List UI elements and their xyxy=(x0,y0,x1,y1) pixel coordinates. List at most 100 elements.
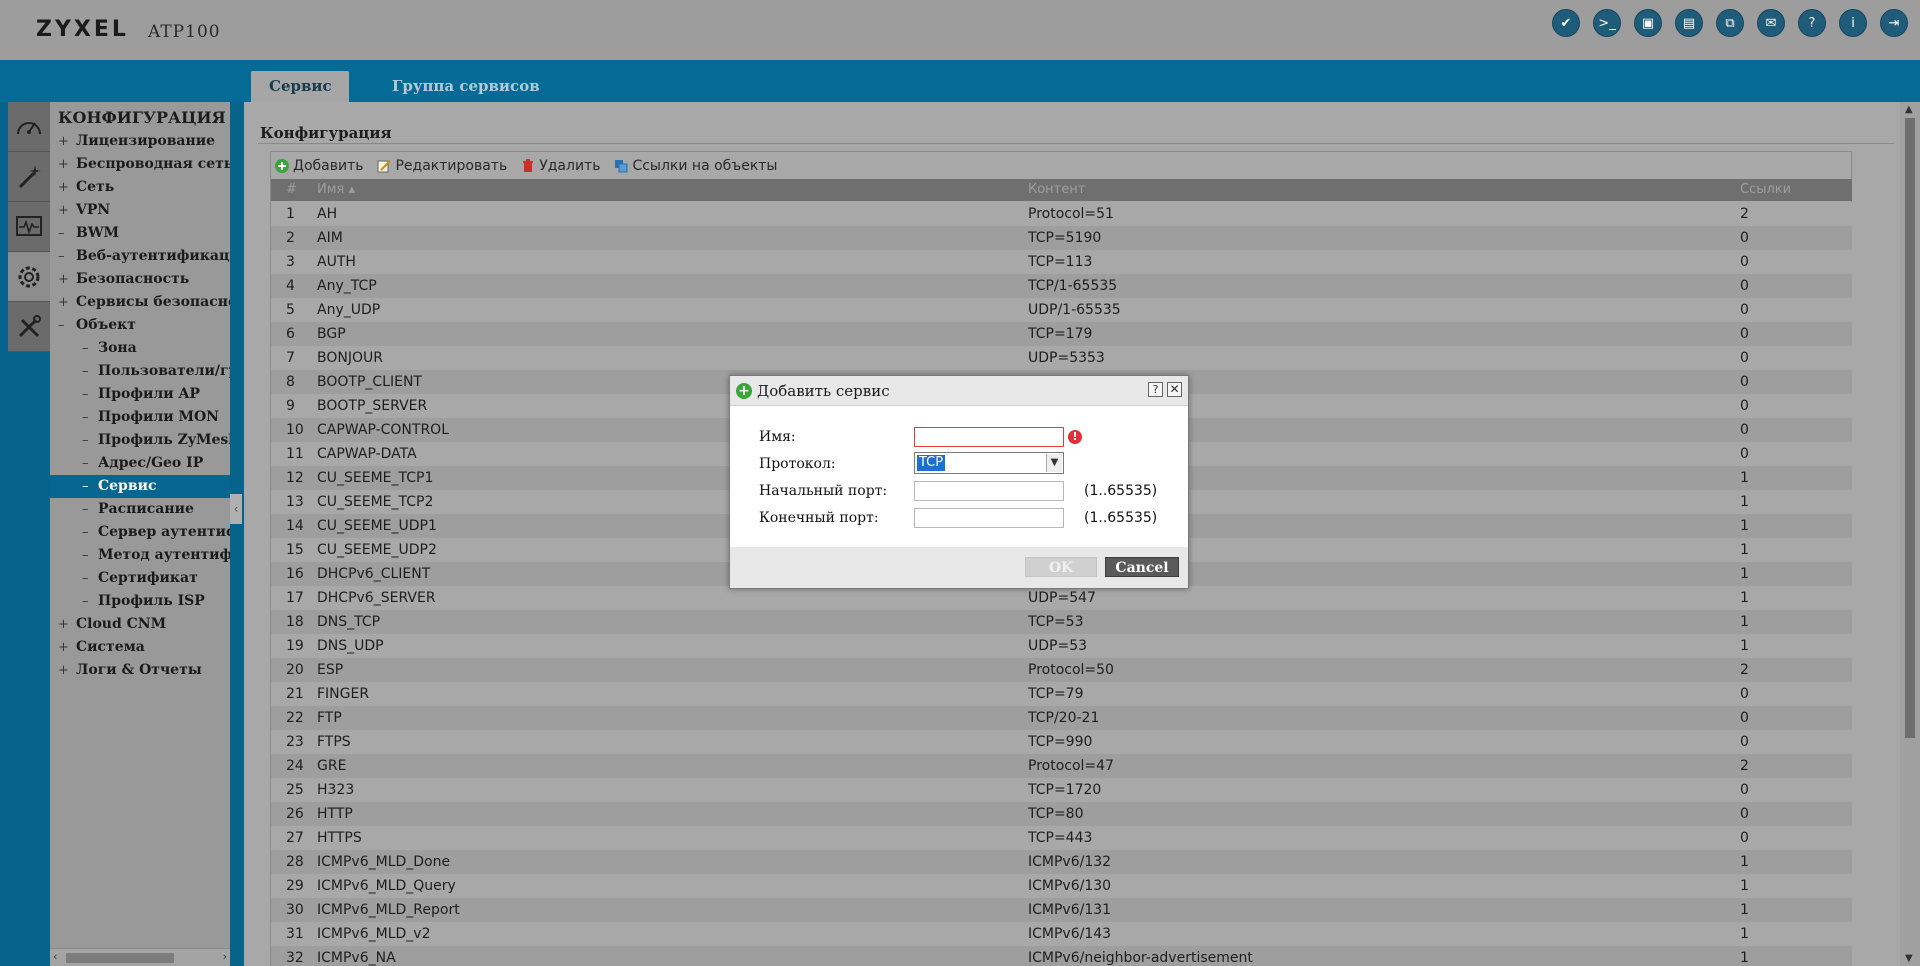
sidebar-item[interactable]: –Сервер аутентификации xyxy=(50,521,230,544)
info-icon[interactable]: i xyxy=(1839,9,1867,37)
console-icon[interactable]: >_ xyxy=(1593,9,1621,37)
collapse-icon[interactable]: – xyxy=(82,360,92,383)
logout-icon[interactable]: ⇥ xyxy=(1880,9,1908,37)
ok-button[interactable]: OK xyxy=(1025,557,1097,577)
dialog-help-button[interactable]: ? xyxy=(1148,382,1163,397)
sidebar-item[interactable]: + Система xyxy=(50,636,230,659)
sidebar-item[interactable]: + Cloud CNM xyxy=(50,613,230,636)
scrollbar-thumb[interactable] xyxy=(1905,118,1915,738)
sidebar-item[interactable]: + VPN xyxy=(50,199,230,222)
collapse-icon[interactable]: – xyxy=(82,429,92,452)
table-row[interactable]: 27 HTTPS TCP=443 0 xyxy=(271,826,1852,850)
table-row[interactable]: 24 GRE Protocol=47 2 xyxy=(271,754,1852,778)
collapse-icon[interactable]: – xyxy=(82,521,92,544)
collapse-icon[interactable]: – xyxy=(82,567,92,590)
table-row[interactable]: 3 AUTH TCP=113 0 xyxy=(271,250,1852,274)
scroll-up-arrow-icon[interactable]: ▲ xyxy=(1905,104,1913,115)
dashboard-nav-button[interactable] xyxy=(8,102,50,152)
collapse-icon[interactable]: – xyxy=(82,475,92,498)
name-field[interactable] xyxy=(914,427,1064,447)
configuration-nav-button[interactable] xyxy=(8,252,50,302)
tab-service-group[interactable]: Группа сервисов xyxy=(374,71,558,102)
sidebar-item[interactable]: – Профиль ISP xyxy=(50,590,230,613)
column-header-name[interactable]: Имя ▴ xyxy=(317,179,355,201)
sidebar-item[interactable]: – Расписание xyxy=(50,498,230,521)
sidebar-item[interactable]: – Сертификат xyxy=(50,567,230,590)
sidebar-horizontal-scrollbar[interactable]: ‹ › xyxy=(50,948,230,966)
expand-icon[interactable]: + xyxy=(58,636,69,659)
table-row[interactable]: 4 Any_TCP TCP/1-65535 0 xyxy=(271,274,1852,298)
collapse-icon[interactable]: – xyxy=(82,544,92,567)
expand-icon[interactable]: + xyxy=(58,130,69,153)
table-row[interactable]: 30 ICMPv6_MLD_Report ICMPv6/131 1 xyxy=(271,898,1852,922)
table-row[interactable]: 7 BONJOUR UDP=5353 0 xyxy=(271,346,1852,370)
table-row[interactable]: 2 AIM TCP=5190 0 xyxy=(271,226,1852,250)
table-row[interactable]: 5 Any_UDP UDP/1-65535 0 xyxy=(271,298,1852,322)
content-vertical-scrollbar[interactable]: ▲ ▼ xyxy=(1900,102,1920,966)
table-row[interactable]: 21 FINGER TCP=79 0 xyxy=(271,682,1852,706)
table-row[interactable]: 23 FTPS TCP=990 0 xyxy=(271,730,1852,754)
expand-icon[interactable]: + xyxy=(58,613,69,636)
sidebar-item[interactable]: – Сервис xyxy=(50,475,230,498)
sidebar-item[interactable]: + Сеть xyxy=(50,176,230,199)
start-port-field[interactable] xyxy=(914,481,1064,501)
scroll-left-arrow-icon[interactable]: ‹ xyxy=(53,950,57,963)
sidebar-item[interactable]: –Веб-аутентификация xyxy=(50,245,230,268)
sidebar-item[interactable]: + Сервисы безопасности xyxy=(50,291,230,314)
sidebar-item[interactable]: – Объект xyxy=(50,314,230,337)
collapse-icon[interactable]: – xyxy=(82,337,92,360)
wizard-nav-button[interactable] xyxy=(8,152,50,202)
column-header-content[interactable]: Контент xyxy=(1028,179,1085,201)
sidebar-item[interactable]: + Логи & Отчеты xyxy=(50,659,230,682)
sidebar-item[interactable]: –Пользователи/группы xyxy=(50,360,230,383)
scroll-down-arrow-icon[interactable]: ▼ xyxy=(1905,953,1913,964)
collapse-icon[interactable]: – xyxy=(82,590,92,613)
table-row[interactable]: 19 DNS_UDP UDP=53 1 xyxy=(271,634,1852,658)
window-icon[interactable]: ▤ xyxy=(1675,9,1703,37)
expand-icon[interactable]: + xyxy=(58,659,69,682)
expand-icon[interactable]: + xyxy=(58,268,69,291)
sitemap-icon[interactable]: ⧉ xyxy=(1716,9,1744,37)
table-row[interactable]: 28 ICMPv6_MLD_Done ICMPv6/132 1 xyxy=(271,850,1852,874)
sidebar-item[interactable]: – Зона xyxy=(50,337,230,360)
table-row[interactable]: 26 HTTP TCP=80 0 xyxy=(271,802,1852,826)
cli-icon[interactable]: ▣ xyxy=(1634,9,1662,37)
column-header-references[interactable]: Ссылки xyxy=(1740,179,1791,201)
table-row[interactable]: 32 ICMPv6_NA ICMPv6/neighbor-advertisement… xyxy=(271,946,1852,966)
sidebar-item[interactable]: – Адрес/Geo IP xyxy=(50,452,230,475)
table-row[interactable]: 31 ICMPv6_MLD_v2 ICMPv6/143 1 xyxy=(271,922,1852,946)
delete-button[interactable]: Удалить xyxy=(521,156,600,176)
table-row[interactable]: 1 AH Protocol=51 2 xyxy=(271,202,1852,226)
sidebar-item[interactable]: + Беспроводная сеть xyxy=(50,153,230,176)
table-row[interactable]: 29 ICMPv6_MLD_Query ICMPv6/130 1 xyxy=(271,874,1852,898)
collapse-icon[interactable]: – xyxy=(82,383,92,406)
table-row[interactable]: 25 H323 TCP=1720 0 xyxy=(271,778,1852,802)
expand-icon[interactable]: + xyxy=(58,153,69,176)
collapse-icon[interactable]: – xyxy=(82,452,92,475)
cancel-button[interactable]: Cancel xyxy=(1105,557,1179,577)
table-row[interactable]: 6 BGP TCP=179 0 xyxy=(271,322,1852,346)
edit-button[interactable]: Редактировать xyxy=(377,156,507,176)
sidebar-item[interactable]: –Метод аутентификации xyxy=(50,544,230,567)
expand-icon[interactable]: + xyxy=(58,199,69,222)
chevron-down-icon[interactable]: ▼ xyxy=(1046,454,1062,472)
sidebar-item[interactable]: – BWM xyxy=(50,222,230,245)
add-button[interactable]: Добавить xyxy=(275,156,363,176)
chat-icon[interactable]: ✉ xyxy=(1757,9,1785,37)
end-port-field[interactable] xyxy=(914,508,1064,528)
collapse-icon[interactable]: – xyxy=(58,222,68,245)
scroll-right-arrow-icon[interactable]: › xyxy=(223,950,227,963)
table-row[interactable]: 18 DNS_TCP TCP=53 1 xyxy=(271,610,1852,634)
maintenance-nav-button[interactable] xyxy=(8,302,50,352)
column-header-number[interactable]: # xyxy=(286,179,297,201)
object-references-button[interactable]: Ссылки на объекты xyxy=(614,156,777,176)
shield-icon[interactable]: ✔ xyxy=(1552,9,1580,37)
sidebar-item[interactable]: – Профиль ZyMesh xyxy=(50,429,230,452)
tab-service[interactable]: Сервис xyxy=(251,71,349,102)
sidebar-item[interactable]: + Безопасность xyxy=(50,268,230,291)
collapse-icon[interactable]: – xyxy=(82,498,92,521)
table-row[interactable]: 22 FTP TCP/20-21 0 xyxy=(271,706,1852,730)
scrollbar-thumb[interactable] xyxy=(66,953,174,963)
monitor-nav-button[interactable] xyxy=(8,202,50,252)
help-icon[interactable]: ? xyxy=(1798,9,1826,37)
